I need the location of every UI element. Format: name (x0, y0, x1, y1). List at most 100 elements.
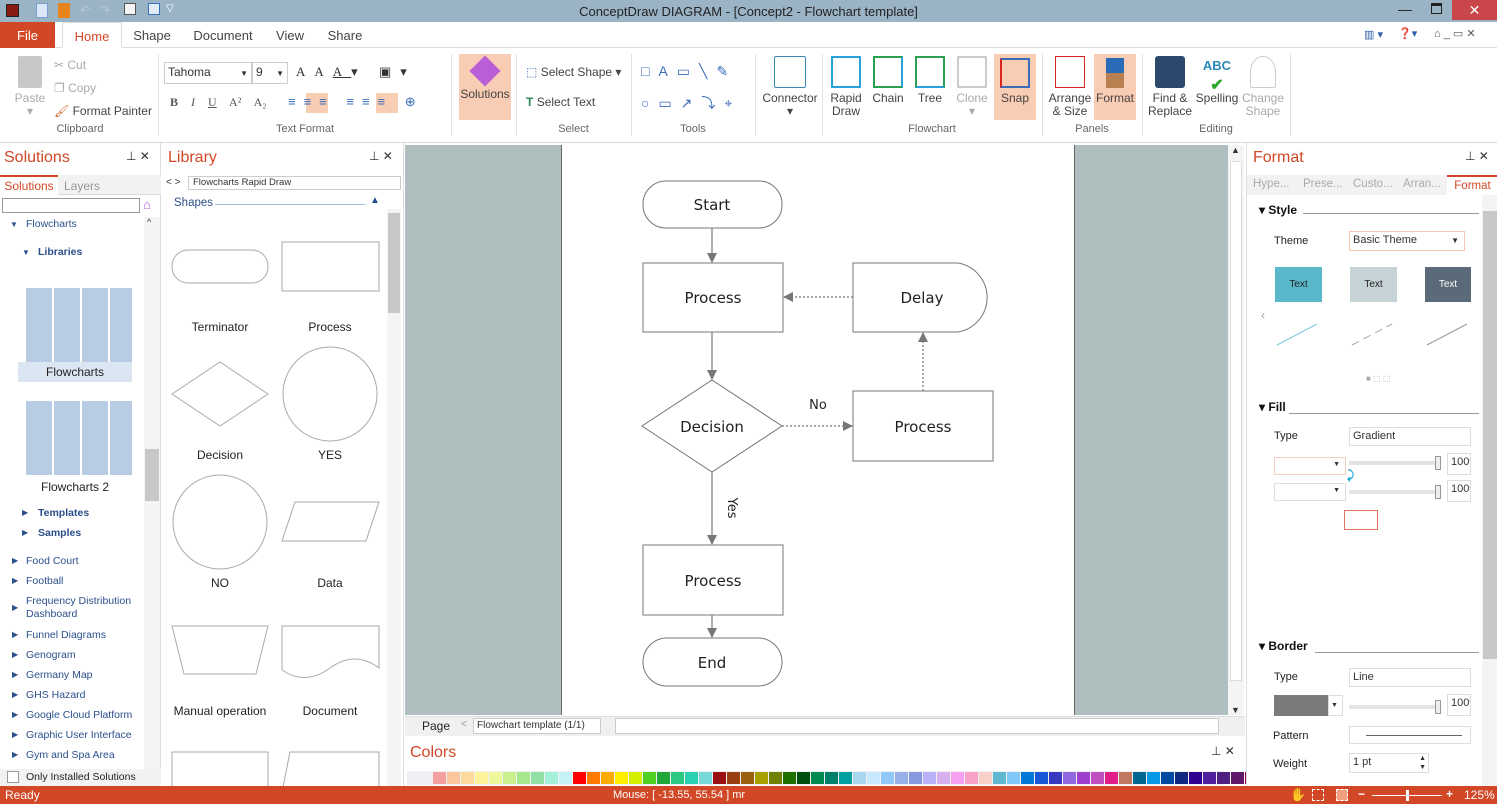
color-swatch[interactable] (559, 772, 572, 784)
color-swatch[interactable] (1203, 772, 1216, 784)
tab-home[interactable]: Home (62, 22, 122, 48)
arrange-size-button[interactable]: Arrange & Size (1046, 56, 1094, 118)
color-swatch[interactable] (573, 772, 586, 784)
style-preview-3[interactable]: Text (1425, 267, 1471, 302)
color-swatch[interactable] (685, 772, 698, 784)
page-select[interactable]: Flowchart template (1/1) (473, 718, 601, 734)
tab-custom[interactable]: Custo... (1353, 178, 1393, 190)
border-type-select[interactable]: Line (1349, 668, 1471, 687)
format-painter-button[interactable]: 🖌 Format Painter (54, 104, 152, 118)
tab-share[interactable]: Share (322, 22, 368, 48)
alignment-icons[interactable]: ≡≡≡ ≡≡≡ ⊕ (288, 94, 424, 110)
spelling-button[interactable]: ABC ✔ Spelling (1194, 56, 1240, 105)
pin-icon[interactable]: ⊥ ✕ (1465, 149, 1489, 163)
manual-operation-shape[interactable] (171, 625, 269, 675)
canvas-vertical-scrollbar[interactable]: ▲ ▼ (1228, 145, 1244, 715)
color-swatch[interactable] (909, 772, 922, 784)
solution-item[interactable]: Food Court (26, 555, 79, 567)
color-swatch[interactable] (867, 772, 880, 784)
solution-item[interactable]: Gym and Spa Area (26, 749, 115, 761)
fill-opacity2-input[interactable]: 100% (1447, 480, 1471, 502)
weight-stepper[interactable]: 1 pt ▲ ▼ (1349, 753, 1429, 773)
solutions-scrollbar[interactable]: ^ (144, 217, 160, 769)
color-swatch[interactable] (1189, 772, 1202, 784)
zoom-out-icon[interactable]: − (1358, 787, 1365, 801)
border-opacity-slider[interactable] (1349, 700, 1441, 714)
shape-partial[interactable] (171, 751, 269, 786)
border-section[interactable]: ▾ Border (1259, 639, 1308, 653)
border-color-dropdown[interactable]: ▼ (1328, 695, 1343, 716)
color-swatch[interactable] (601, 772, 614, 784)
tab-hyperlink[interactable]: Hype... (1253, 178, 1289, 190)
zoom-in-icon[interactable]: + (1446, 787, 1453, 801)
color-swatch[interactable] (461, 772, 474, 784)
tab-presentation[interactable]: Prese... (1303, 178, 1343, 190)
color-swatch[interactable] (1035, 772, 1048, 784)
solution-item[interactable]: Genogram (26, 649, 76, 661)
color-swatch[interactable] (797, 772, 810, 784)
color-swatch[interactable] (825, 772, 838, 784)
color-swatch[interactable] (1091, 772, 1104, 784)
color-swatch[interactable] (615, 772, 628, 784)
color-swatch[interactable] (1049, 772, 1062, 784)
library-select[interactable]: Flowcharts Rapid Draw (188, 176, 401, 190)
chain-button[interactable]: Chain (868, 56, 908, 105)
color-swatch[interactable] (1021, 772, 1034, 784)
pager-dots[interactable]: ■ ⬚ ⬚ (1366, 374, 1390, 383)
solution-item[interactable]: Frequency Distribution Dashboard (26, 595, 136, 621)
border-opacity-input[interactable]: 100% (1447, 694, 1471, 716)
yes-shape[interactable] (282, 346, 378, 442)
only-installed-checkbox[interactable]: Only Installed Solutions (0, 769, 161, 786)
color-swatch[interactable] (629, 772, 642, 784)
bold-italic-underline-buttons[interactable]: B I U A² A₂ (170, 95, 266, 110)
font-grow-shrink-icons[interactable]: AAA▾ ▣▾ (296, 64, 416, 80)
tree-item-templates[interactable]: Templates (38, 507, 89, 519)
tab-solutions[interactable]: Solutions (0, 175, 58, 195)
color-swatch[interactable] (433, 772, 446, 784)
font-size-select[interactable]: 9 ▼ (252, 62, 288, 84)
fill-section[interactable]: ▾ Fill (1259, 400, 1286, 414)
flowcharts2-library-thumbnail[interactable] (26, 401, 132, 475)
ribbon-collapse-icon[interactable]: ⌂ _ ▭ ✕ (1434, 27, 1476, 40)
data-shape[interactable] (281, 501, 380, 542)
flowcharts-library-thumbnail[interactable] (26, 288, 132, 362)
copy-button[interactable]: ❐ Copy (54, 81, 96, 95)
select-shape-button[interactable]: ⬚ Select Shape ▾ (526, 65, 621, 79)
tree-item-samples[interactable]: Samples (38, 527, 81, 539)
change-shape-button[interactable]: Change Shape (1240, 56, 1286, 118)
color-swatch[interactable] (965, 772, 978, 784)
fill-type-select[interactable]: Gradient (1349, 427, 1471, 446)
connector-button[interactable]: Connector ▾ (760, 56, 820, 118)
clone-button[interactable]: Clone ▾ (952, 56, 992, 118)
color-swatch[interactable] (741, 772, 754, 784)
tab-view[interactable]: View (270, 22, 310, 48)
tree-item-libraries[interactable]: Libraries (38, 246, 82, 258)
fit-page-icon[interactable] (1336, 789, 1348, 801)
color-swatch[interactable] (853, 772, 866, 784)
solution-item[interactable]: Google Cloud Platform (26, 709, 132, 721)
tab-format[interactable]: Format (1447, 175, 1497, 195)
color-swatch[interactable] (1063, 772, 1076, 784)
color-swatch[interactable] (1161, 772, 1174, 784)
color-swatch[interactable] (1133, 772, 1146, 784)
color-swatch[interactable] (531, 772, 544, 784)
canvas-horizontal-scrollbar[interactable] (615, 718, 1219, 734)
color-swatch[interactable] (1217, 772, 1230, 784)
solution-item[interactable]: Germany Map (26, 669, 93, 681)
solution-item[interactable]: Funnel Diagrams (26, 629, 106, 641)
solution-item[interactable]: Graphic User Interface (26, 729, 132, 741)
select-text-button[interactable]: T Select Text (526, 95, 595, 109)
font-select[interactable]: Tahoma ▼ (164, 62, 252, 84)
solution-item[interactable]: GHS Hazard (26, 689, 86, 701)
color-swatch[interactable] (545, 772, 558, 784)
color-swatch[interactable] (517, 772, 530, 784)
help-icon[interactable]: ❓▾ (1398, 27, 1417, 40)
fill-opacity1-slider[interactable] (1349, 456, 1441, 470)
tab-file[interactable]: File (0, 22, 55, 48)
drawing-tools-row1[interactable]: □A▭╲✎ (641, 63, 737, 80)
style-section[interactable]: ▾ Style (1259, 203, 1297, 217)
color-swatch[interactable] (1231, 772, 1244, 784)
tab-shape[interactable]: Shape (128, 22, 176, 48)
color-swatch[interactable] (475, 772, 488, 784)
color-swatch[interactable] (657, 772, 670, 784)
